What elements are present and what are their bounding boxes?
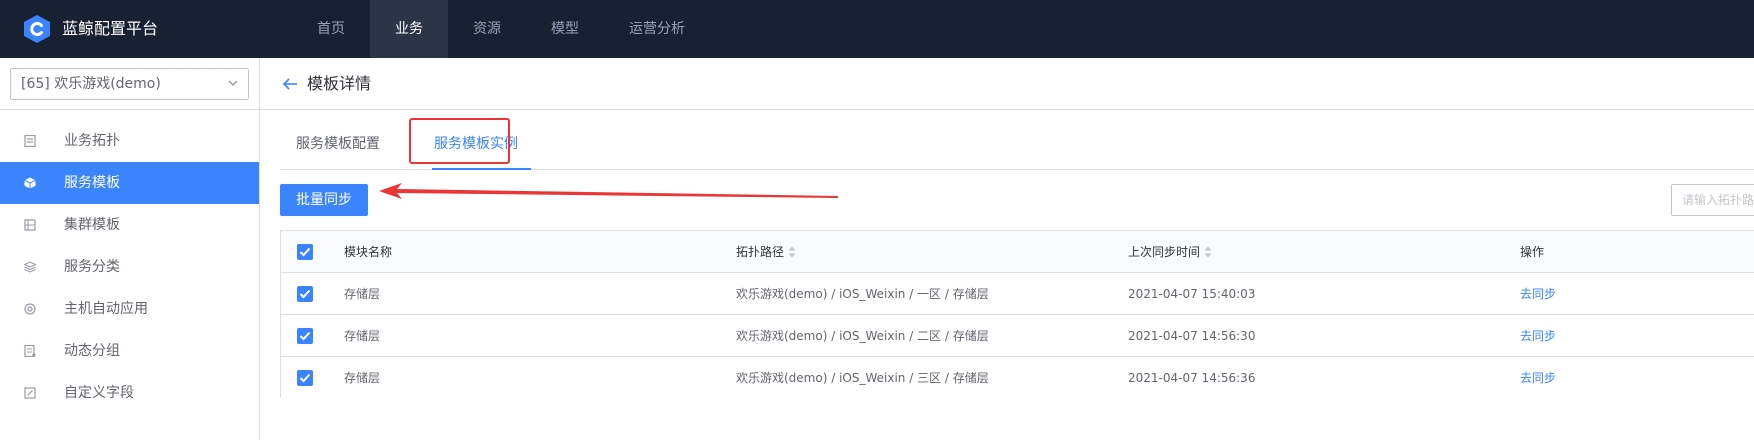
checkmark-icon xyxy=(299,373,311,383)
search-input[interactable]: 请输入拓扑路径 xyxy=(1671,184,1754,216)
highlight-annotation-box xyxy=(409,118,510,164)
cell-module-name: 存储层 xyxy=(344,287,381,301)
select-all-checkbox[interactable] xyxy=(297,244,313,260)
sidebar-item-service-template[interactable]: 服务模板 xyxy=(0,162,259,204)
sidebar: [65] 欢乐游戏(demo) 业务拓扑 服务模板 集群模板 服务分类 主机自动… xyxy=(0,58,260,440)
nav-home[interactable]: 首页 xyxy=(296,0,366,58)
sidebar-item-label: 动态分组 xyxy=(64,343,120,359)
page-header: 模板详情 xyxy=(260,58,1754,110)
column-header-last-sync-time[interactable]: 上次同步时间 xyxy=(1128,231,1212,273)
app-title: 蓝鲸配置平台 xyxy=(62,19,159,38)
sidebar-item-business-topology[interactable]: 业务拓扑 xyxy=(0,120,259,162)
group-icon xyxy=(24,345,36,357)
sidebar-item-label: 集群模板 xyxy=(64,217,120,233)
column-header-topology-path[interactable]: 拓扑路径 xyxy=(736,231,796,273)
sidebar-item-label: 服务分类 xyxy=(64,259,120,275)
sidebar-item-label: 业务拓扑 xyxy=(64,133,120,149)
active-tab-indicator xyxy=(432,168,531,170)
column-header-module-name: 模块名称 xyxy=(344,245,393,259)
table-header: 模块名称 拓扑路径 上次同步时间 操作 xyxy=(281,231,1754,273)
table-row: 存储层 欢乐游戏(demo) / iOS_Weixin / 二区 / 存储层 2… xyxy=(281,315,1754,357)
nav-model[interactable]: 模型 xyxy=(530,0,600,58)
checkmark-icon xyxy=(299,247,311,257)
checkmark-icon xyxy=(299,331,311,341)
sidebar-item-dynamic-group[interactable]: 动态分组 xyxy=(0,330,259,372)
sidebar-item-service-category[interactable]: 服务分类 xyxy=(0,246,259,288)
cell-last-sync-time: 2021-04-07 15:40:03 xyxy=(1128,287,1256,301)
sort-icon[interactable] xyxy=(788,246,796,258)
annotation-arrow-icon xyxy=(379,183,838,199)
app-logo-icon[interactable] xyxy=(22,14,52,44)
cell-module-name: 存储层 xyxy=(344,329,381,343)
row-checkbox[interactable] xyxy=(297,286,313,302)
tab-service-template-config[interactable]: 服务模板配置 xyxy=(296,116,380,170)
table-row: 存储层 欢乐游戏(demo) / iOS_Weixin / 三区 / 存储层 2… xyxy=(281,357,1754,399)
top-navigation-bar: 蓝鲸配置平台 首页 业务 资源 模型 运营分析 xyxy=(0,0,1754,58)
cell-topology-path: 欢乐游戏(demo) / iOS_Weixin / 一区 / 存储层 xyxy=(736,287,989,301)
main-content: 模板详情 服务模板配置 服务模板实例 批量同步 请输入拓扑路径 模块名称 拓扑路… xyxy=(260,58,1754,440)
cell-topology-path: 欢乐游戏(demo) / iOS_Weixin / 二区 / 存储层 xyxy=(736,329,989,343)
chevron-down-icon xyxy=(228,80,238,86)
table-row: 存储层 欢乐游戏(demo) / iOS_Weixin / 一区 / 存储层 2… xyxy=(281,273,1754,315)
go-sync-link[interactable]: 去同步 xyxy=(1520,273,1556,315)
cell-topology-path: 欢乐游戏(demo) / iOS_Weixin / 三区 / 存储层 xyxy=(736,371,989,385)
checkmark-icon xyxy=(299,289,311,299)
layers-icon xyxy=(24,261,36,273)
sort-icon[interactable] xyxy=(1204,246,1212,258)
column-header-action: 操作 xyxy=(1520,245,1545,259)
go-sync-link[interactable]: 去同步 xyxy=(1520,315,1556,357)
back-arrow-icon[interactable] xyxy=(282,77,298,91)
instance-table: 模块名称 拓扑路径 上次同步时间 操作 存储层 欢乐游戏(demo) / iOS… xyxy=(280,230,1754,399)
cell-last-sync-time: 2021-04-07 14:56:30 xyxy=(1128,329,1256,343)
cell-last-sync-time: 2021-04-07 14:56:36 xyxy=(1128,371,1256,385)
batch-sync-button[interactable]: 批量同步 xyxy=(280,184,368,216)
sidebar-item-cluster-template[interactable]: 集群模板 xyxy=(0,204,259,246)
sidebar-item-host-auto-apply[interactable]: 主机自动应用 xyxy=(0,288,259,330)
sidebar-item-label: 自定义字段 xyxy=(64,385,134,401)
sidebar-item-custom-field[interactable]: 自定义字段 xyxy=(0,372,259,414)
nav-operation-analysis[interactable]: 运营分析 xyxy=(612,0,702,58)
column-header-label: 上次同步时间 xyxy=(1128,245,1201,259)
cluster-icon xyxy=(24,219,36,231)
row-checkbox[interactable] xyxy=(297,328,313,344)
sidebar-item-label: 服务模板 xyxy=(64,175,120,191)
topology-icon xyxy=(24,135,36,147)
business-select[interactable]: [65] 欢乐游戏(demo) xyxy=(10,68,249,100)
nav-resource[interactable]: 资源 xyxy=(452,0,522,58)
page-title: 模板详情 xyxy=(307,74,372,93)
sidebar-divider xyxy=(0,109,259,110)
column-header-label: 拓扑路径 xyxy=(736,245,785,259)
go-sync-link[interactable]: 去同步 xyxy=(1520,357,1556,399)
auto-apply-icon xyxy=(24,303,36,315)
cube-icon xyxy=(24,177,36,189)
business-select-value: [65] 欢乐游戏(demo) xyxy=(21,76,161,92)
custom-field-icon xyxy=(24,387,36,399)
cell-module-name: 存储层 xyxy=(344,371,381,385)
nav-business[interactable]: 业务 xyxy=(370,0,448,58)
row-checkbox[interactable] xyxy=(297,370,313,386)
sidebar-item-label: 主机自动应用 xyxy=(64,301,148,317)
